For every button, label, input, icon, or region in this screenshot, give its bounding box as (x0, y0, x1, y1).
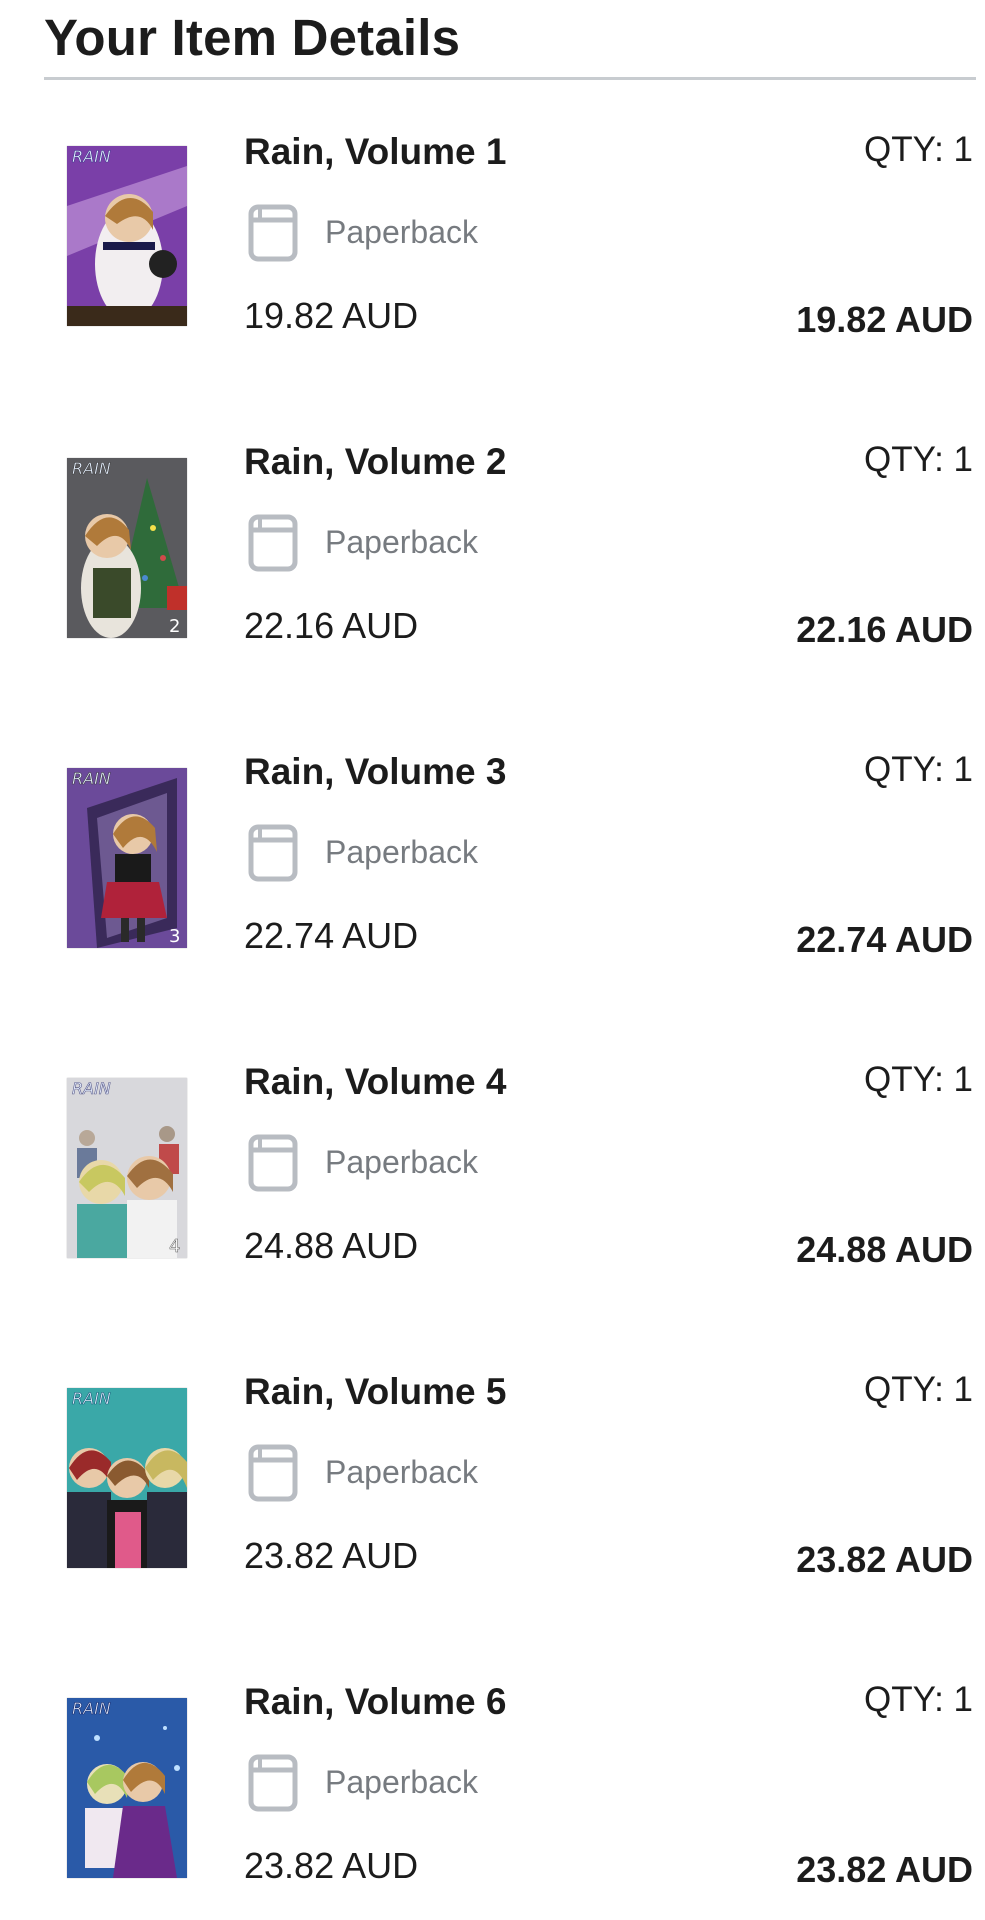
format-label: Paperback (325, 1144, 478, 1180)
qty-label: QTY: (864, 750, 944, 789)
item-title[interactable]: Rain, Volume 4 (244, 1060, 507, 1104)
item-title[interactable]: Rain, Volume 5 (244, 1370, 507, 1414)
format-label: Paperback (325, 834, 478, 870)
qty-value: 1 (953, 1060, 973, 1099)
line-total: 23.82 AUD (796, 1849, 973, 1890)
unit-price: 19.82 AUD (244, 295, 419, 336)
quantity: QTY: 1 (864, 1678, 973, 1722)
cover-title-text: RAIN (72, 147, 111, 166)
book-cover-image[interactable]: RAIN 4 (67, 1078, 187, 1258)
line-total: 23.82 AUD (796, 1539, 973, 1580)
qty-value: 1 (953, 1370, 973, 1409)
unit-price: 24.88 AUD (244, 1225, 419, 1266)
cover-volume-number: 4 (169, 1236, 180, 1257)
line-total: 22.74 AUD (796, 919, 973, 960)
unit-price: 23.82 AUD (244, 1845, 419, 1886)
quantity: QTY: 1 (864, 128, 973, 172)
qty-label: QTY: (864, 130, 944, 169)
cover-title-text: RAIN (72, 769, 111, 788)
item-title[interactable]: Rain, Volume 3 (244, 750, 507, 794)
book-icon (248, 824, 298, 882)
book-cover-image[interactable]: RAIN 3 (67, 768, 187, 948)
cover-title-text: RAIN (72, 459, 111, 478)
item-title[interactable]: Rain, Volume 6 (244, 1680, 507, 1724)
cover-title-text: RAIN (72, 1389, 111, 1408)
quantity: QTY: 1 (864, 438, 973, 482)
cover-volume-number: 2 (169, 616, 180, 637)
qty-label: QTY: (864, 1680, 944, 1719)
item-list: RAIN Rain, Volume 1 QTY: 1 Paperback 19.… (0, 0, 985, 1920)
quantity: QTY: 1 (864, 748, 973, 792)
book-icon (248, 204, 298, 262)
cover-volume-number: 3 (169, 926, 180, 947)
qty-label: QTY: (864, 440, 944, 479)
format-label: Paperback (325, 214, 478, 250)
book-cover-image[interactable]: RAIN 2 (67, 458, 187, 638)
book-icon (248, 1134, 298, 1192)
book-cover-image[interactable]: RAIN (67, 146, 187, 326)
unit-price: 23.82 AUD (244, 1535, 419, 1576)
list-item: RAIN Rain, Volume 5 QTY: 1 Paperback 23.… (0, 1360, 985, 1600)
book-icon (248, 514, 298, 572)
book-cover-image[interactable]: RAIN (67, 1388, 187, 1568)
qty-label: QTY: (864, 1060, 944, 1099)
qty-value: 1 (953, 440, 973, 479)
qty-value: 1 (953, 750, 973, 789)
list-item: RAIN 3 Rain, Volume 3 QTY: 1 Paperback 2… (0, 740, 985, 980)
book-icon (248, 1444, 298, 1502)
cover-title-text: RAIN (72, 1699, 111, 1718)
cover-title-text: RAIN (72, 1079, 111, 1098)
qty-label: QTY: (864, 1370, 944, 1409)
book-cover-image[interactable]: RAIN (67, 1698, 187, 1878)
quantity: QTY: 1 (864, 1058, 973, 1102)
qty-value: 1 (953, 1680, 973, 1719)
qty-value: 1 (953, 130, 973, 169)
item-title[interactable]: Rain, Volume 2 (244, 440, 507, 484)
line-total: 22.16 AUD (796, 609, 973, 650)
list-item: RAIN Rain, Volume 1 QTY: 1 Paperback 19.… (0, 120, 985, 360)
format-label: Paperback (325, 524, 478, 560)
list-item: RAIN 2 Rain, Volume 2 QTY: 1 Paperback 2… (0, 430, 985, 670)
format-label: Paperback (325, 1764, 478, 1800)
book-icon (248, 1754, 298, 1812)
line-total: 19.82 AUD (796, 299, 973, 340)
item-title[interactable]: Rain, Volume 1 (244, 130, 507, 174)
list-item: RAIN Rain, Volume 6 QTY: 1 Paperback 23.… (0, 1670, 985, 1910)
unit-price: 22.74 AUD (244, 915, 419, 956)
line-total: 24.88 AUD (796, 1229, 973, 1270)
format-label: Paperback (325, 1454, 478, 1490)
unit-price: 22.16 AUD (244, 605, 419, 646)
list-item: RAIN 4 Rain, Volume 4 QTY: 1 Paperback 2… (0, 1050, 985, 1290)
quantity: QTY: 1 (864, 1368, 973, 1412)
